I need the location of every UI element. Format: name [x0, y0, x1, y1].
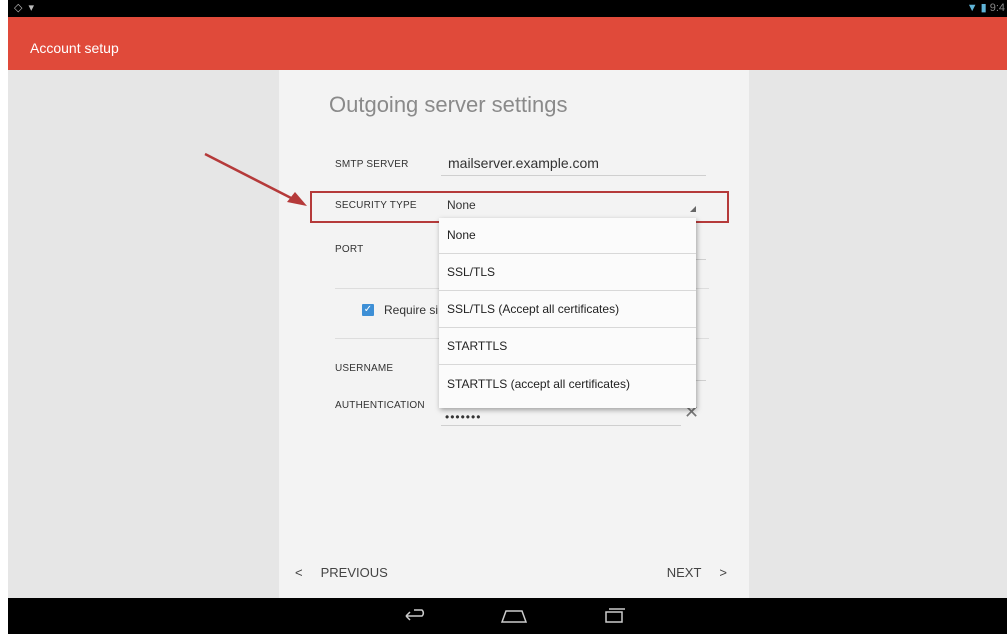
security-type-label: SECURITY TYPE [335, 200, 417, 211]
dropdown-option-ssl-tls[interactable]: SSL/TLS [439, 254, 696, 291]
home-icon[interactable] [499, 606, 529, 626]
signal-icon: ▾ [28, 2, 34, 14]
password-field[interactable]: ••••••• [445, 410, 481, 424]
circle-icon: ◇ [14, 2, 23, 14]
status-bar: ◇ ▾ ▼ ▮ 9:4 [8, 0, 1007, 17]
recents-icon[interactable] [601, 606, 627, 626]
smtp-server-label: SMTP SERVER [335, 159, 409, 170]
port-label: PORT [335, 244, 364, 255]
require-signin-label: Require si [384, 303, 439, 317]
annotation-arrow-icon [204, 152, 307, 206]
battery-icon: ▮ [980, 2, 987, 14]
dropdown-option-starttls[interactable]: STARTTLS [439, 328, 696, 365]
clock: 9:4 [989, 1, 1005, 14]
system-nav-bar [8, 598, 1007, 634]
password-underline [441, 425, 681, 426]
smtp-server-input[interactable]: mailserver.example.com [448, 155, 599, 171]
dropdown-option-starttls-accept-all[interactable]: STARTTLS (accept all certificates) [439, 365, 696, 402]
next-label: NEXT [666, 565, 702, 580]
security-type-select[interactable]: None [447, 198, 476, 212]
previous-label: PREVIOUS [320, 565, 388, 580]
chevron-left-icon: < [295, 565, 303, 580]
dropdown-option-none[interactable]: None [439, 218, 696, 254]
page-title: Outgoing server settings [329, 92, 568, 117]
previous-button[interactable]: < PREVIOUS [295, 565, 388, 580]
wizard-navigation: < PREVIOUS NEXT > [279, 565, 749, 585]
smtp-server-underline [441, 175, 706, 176]
next-button[interactable]: NEXT > [667, 565, 727, 580]
settings-card: Outgoing server settings SMTP SERVER mai… [279, 70, 749, 598]
dropdown-option-ssl-tls-accept-all[interactable]: SSL/TLS (Accept all certificates) [439, 291, 696, 328]
username-label: USERNAME [335, 363, 394, 374]
action-bar: Account setup [8, 17, 1007, 70]
back-icon[interactable] [402, 606, 428, 626]
authentication-label: AUTHENTICATION [335, 400, 425, 411]
dropdown-triangle-icon[interactable] [690, 206, 696, 212]
security-type-dropdown: None SSL/TLS SSL/TLS (Accept all certifi… [439, 218, 696, 408]
action-bar-title: Account setup [30, 40, 119, 56]
chevron-right-icon: > [719, 565, 727, 580]
require-signin-checkbox[interactable]: ✓ [362, 304, 374, 316]
tablet-screen: ◇ ▾ ▼ ▮ 9:4 Account setup Outgoing serve… [8, 0, 1007, 634]
wifi-icon: ▼ [966, 1, 978, 14]
